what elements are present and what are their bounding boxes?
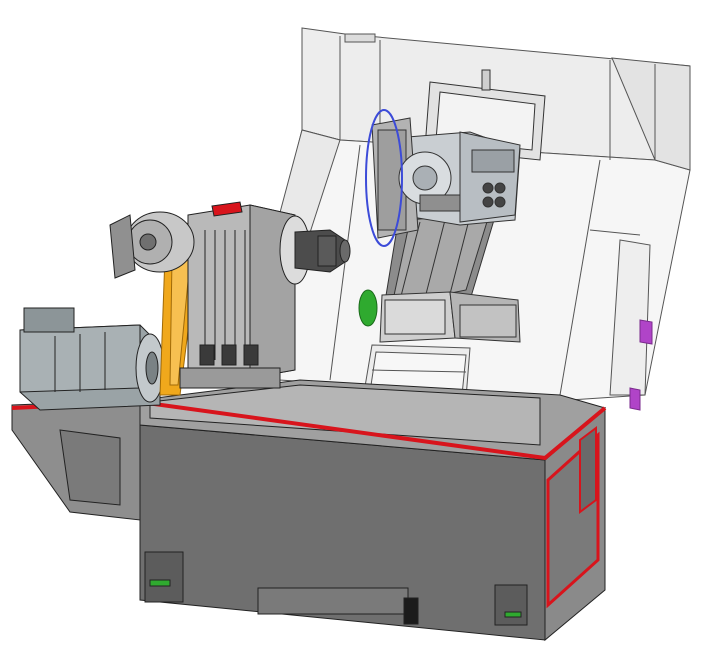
spindle-motor xyxy=(19,307,165,411)
green-chuck-jaw xyxy=(358,289,378,327)
headstock xyxy=(179,201,296,389)
tailstock xyxy=(358,289,521,343)
cnc-lathe-model xyxy=(11,27,691,642)
cnc-lathe-base xyxy=(11,379,607,642)
